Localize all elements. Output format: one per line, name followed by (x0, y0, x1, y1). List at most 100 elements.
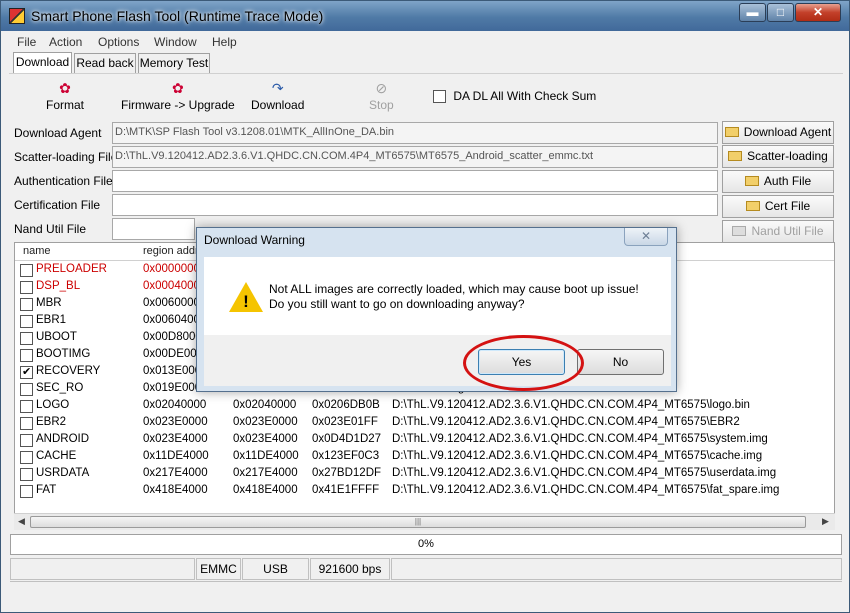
table-row[interactable]: LOGO 0x02040000 0x02040000 0x0206DB0B D:\ThL… (15, 398, 834, 415)
scroll-right-icon[interactable]: ▶ (822, 516, 829, 527)
row-c3: 0x0D4D1D27 (312, 433, 382, 445)
row-checkbox[interactable] (20, 349, 33, 362)
row-checkbox[interactable] (20, 298, 33, 311)
horizontal-scrollbar[interactable]: ◀ ||| ▶ (14, 513, 835, 530)
column-region-addr[interactable]: region addr (143, 245, 199, 257)
folder-icon (728, 151, 743, 161)
row-checkbox[interactable] (20, 417, 33, 430)
row-checkbox[interactable] (20, 281, 33, 294)
highlight-circle (463, 335, 584, 391)
format-label: Format (46, 98, 85, 112)
folder-icon (745, 201, 760, 211)
download-label: Download (251, 98, 305, 112)
row-name: SEC_RO (36, 382, 84, 394)
row-checkbox[interactable] (20, 400, 33, 413)
nand-field[interactable] (112, 218, 195, 240)
row-c1: 0x023E4000 (143, 433, 208, 445)
dialog-title: Download Warning (204, 233, 305, 247)
window-title: Smart Phone Flash Tool (Runtime Trace Mo… (31, 8, 324, 24)
auth-field[interactable] (112, 170, 718, 192)
row-c3: 0x41E1FFFF (312, 484, 380, 496)
format-button[interactable]: ✿ Format (46, 80, 84, 112)
title-bar[interactable]: Smart Phone Flash Tool (Runtime Trace Mo… (1, 1, 849, 31)
tab-memory-test[interactable]: Memory Test (138, 53, 210, 73)
download-agent-label: Download Agent (14, 126, 102, 140)
scroll-thumb[interactable]: ||| (30, 516, 806, 528)
warning-exclamation-icon: ! (243, 292, 249, 311)
folder-icon (724, 127, 739, 137)
stop-icon: ⊘ (375, 80, 388, 96)
row-path: D:\ThL.V9.120412.AD2.3.6.V1.QHDC.CN.COM.… (392, 467, 777, 479)
row-checkbox[interactable] (20, 365, 33, 379)
download-button[interactable]: ↷ Download (251, 80, 304, 112)
menu-help[interactable]: Help (212, 35, 237, 49)
row-c1: 0x023E0000 (143, 416, 208, 428)
checksum-label: DA DL All With Check Sum (453, 89, 597, 103)
scatter-loading-button-label: Scatter-loading (747, 149, 828, 163)
row-path: D:\ThL.V9.120412.AD2.3.6.V1.QHDC.CN.COM.… (392, 450, 763, 462)
column-name[interactable]: name (23, 245, 51, 257)
auth-file-button[interactable]: Auth File (722, 170, 834, 193)
menu-options[interactable]: Options (98, 35, 139, 49)
checksum-option[interactable]: DA DL All With Check Sum (433, 89, 597, 104)
cert-field[interactable] (112, 194, 718, 216)
nand-util-button[interactable]: Nand Util File (722, 220, 834, 243)
stop-button[interactable]: ⊘ Stop (369, 80, 394, 112)
row-path: D:\ThL.V9.120412.AD2.3.6.V1.QHDC.CN.COM.… (392, 433, 768, 445)
table-row[interactable]: ANDROID 0x023E4000 0x023E4000 0x0D4D1D27 D:\… (15, 432, 834, 449)
row-c2: 0x023E0000 (233, 416, 298, 428)
status-connection: USB (242, 558, 309, 580)
row-name: LOGO (36, 399, 70, 411)
row-checkbox[interactable] (20, 383, 33, 396)
close-button[interactable]: ✕ (795, 3, 841, 22)
row-checkbox[interactable] (20, 315, 33, 328)
row-c1: 0x0060000 (143, 297, 200, 309)
table-row[interactable]: EBR2 0x023E0000 0x023E0000 0x023E01FF D:\ThL… (15, 415, 834, 432)
table-row[interactable]: FAT 0x418E4000 0x418E4000 0x41E1FFFF D:\ThL.… (15, 483, 834, 500)
folder-icon (732, 226, 747, 236)
dialog-message-line2: Do you still want to go on downloading a… (269, 297, 525, 311)
row-checkbox[interactable] (20, 264, 33, 277)
table-row[interactable]: CACHE 0x11DE4000 0x11DE4000 0x123EF0C3 D:\Th… (15, 449, 834, 466)
row-name: EBR2 (36, 416, 67, 428)
row-checkbox[interactable] (20, 468, 33, 481)
download-agent-field[interactable]: D:\MTK\SP Flash Tool v3.1208.01\MTK_AllI… (112, 122, 718, 144)
row-c2: 0x217E4000 (233, 467, 298, 479)
format-icon: ✿ (59, 80, 71, 96)
folder-icon (744, 176, 759, 186)
dialog-close-button[interactable]: ✕ (624, 228, 668, 246)
cert-label: Certification File (14, 198, 101, 212)
no-button[interactable]: No (577, 349, 664, 375)
row-checkbox[interactable] (20, 332, 33, 345)
tab-download[interactable]: Download (13, 52, 72, 73)
menu-window[interactable]: Window (154, 35, 197, 49)
row-c1: 0x013E000 (143, 365, 202, 377)
row-checkbox[interactable] (20, 451, 33, 464)
dialog-body: ! Not ALL images are correctly loaded, w… (204, 257, 671, 335)
minimize-button[interactable]: ▬ (739, 3, 766, 22)
tab-read-back[interactable]: Read back (74, 53, 136, 73)
maximize-button[interactable]: □ (767, 3, 794, 22)
nand-label: Nand Util File (14, 222, 87, 236)
scroll-left-icon[interactable]: ◀ (18, 516, 25, 527)
main-window: Smart Phone Flash Tool (Runtime Trace Mo… (0, 0, 850, 613)
row-path: D:\ThL.V9.120412.AD2.3.6.V1.QHDC.CN.COM.… (392, 484, 780, 496)
menu-file[interactable]: File (17, 35, 36, 49)
cert-file-button[interactable]: Cert File (722, 195, 834, 218)
menu-action[interactable]: Action (49, 35, 82, 49)
row-c1: 0x11DE4000 (143, 450, 209, 462)
stop-label: Stop (369, 98, 394, 112)
scatter-loading-button[interactable]: Scatter-loading (722, 145, 834, 168)
status-baudrate: 921600 bps (310, 558, 390, 580)
row-c3: 0x0206DB0B (312, 399, 380, 411)
cert-file-button-label: Cert File (764, 199, 811, 213)
row-checkbox[interactable] (20, 434, 33, 447)
row-checkbox[interactable] (20, 485, 33, 498)
row-c2: 0x02040000 (233, 399, 297, 411)
scatter-field[interactable]: D:\ThL.V9.120412.AD2.3.6.V1.QHDC.CN.COM.… (112, 146, 718, 168)
table-row[interactable]: USRDATA 0x217E4000 0x217E4000 0x27BD12DF D:\… (15, 466, 834, 483)
download-agent-button[interactable]: Download Agent (722, 121, 834, 144)
row-name: USRDATA (36, 467, 90, 479)
firmware-upgrade-button[interactable]: ✿ Firmware -> Upgrade (121, 80, 235, 112)
checksum-checkbox[interactable] (433, 90, 446, 104)
